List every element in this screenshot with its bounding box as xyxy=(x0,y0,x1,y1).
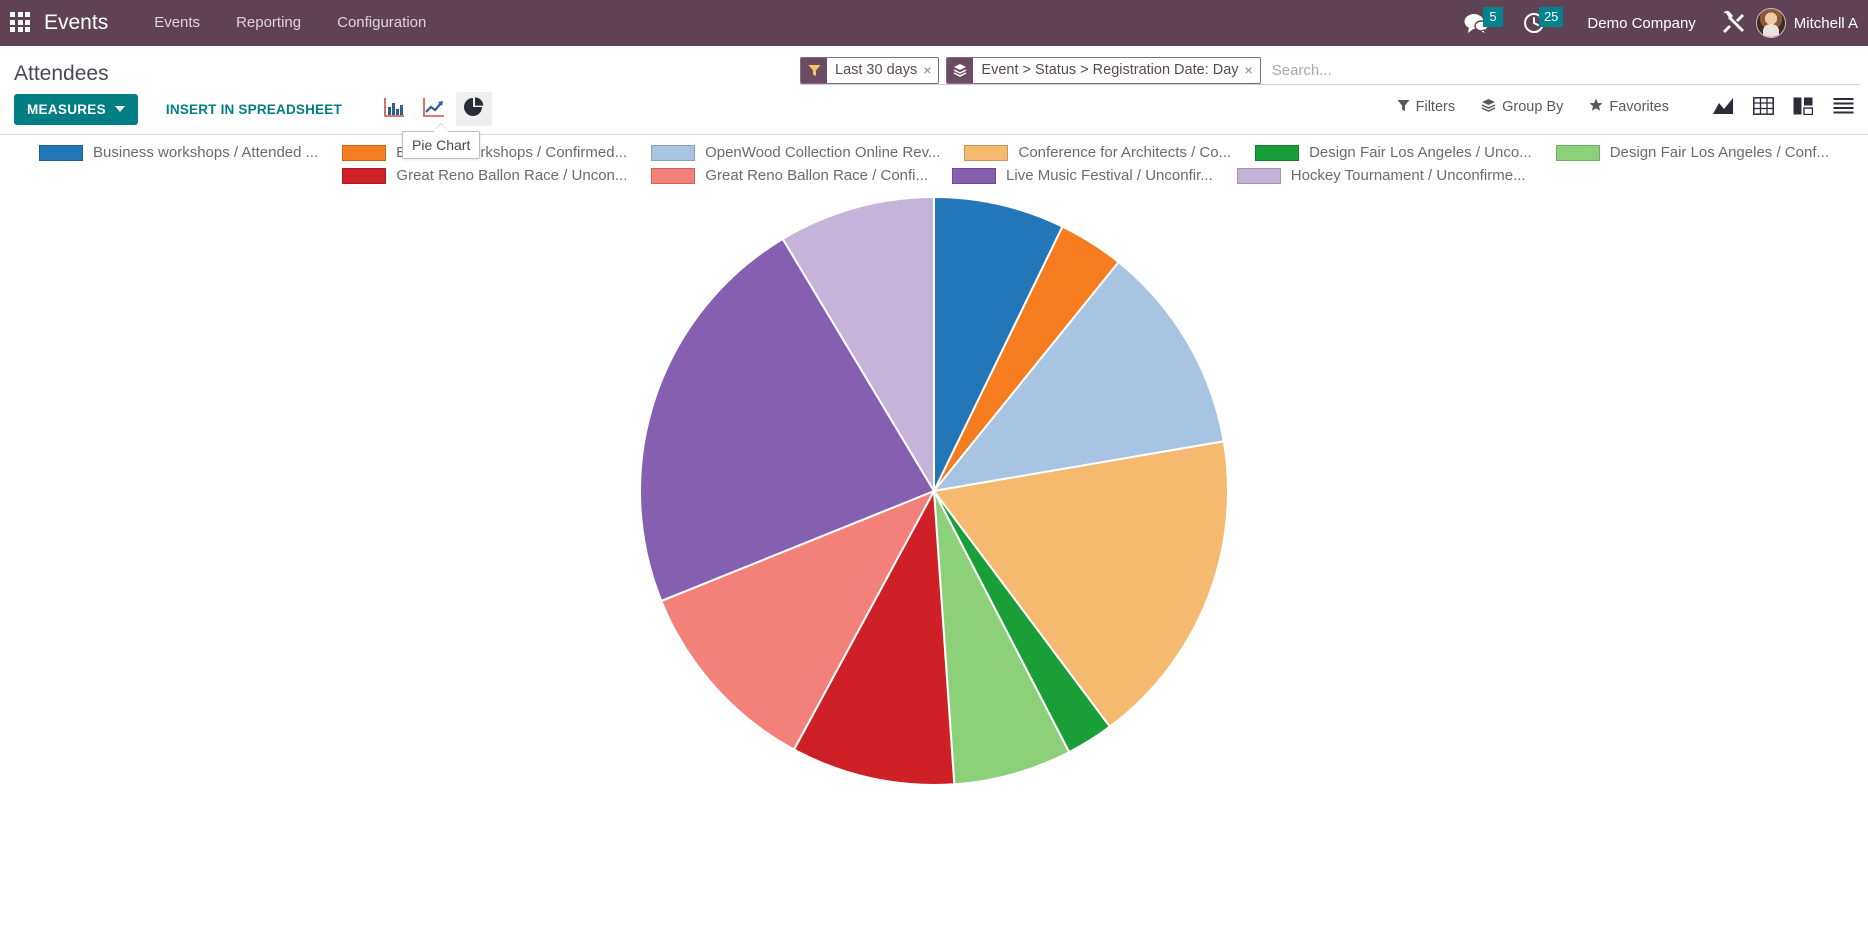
legend-item[interactable]: Great Reno Ballon Race / Uncon... xyxy=(342,167,627,184)
legend-item[interactable]: Business workshops / Confirmed... xyxy=(342,144,627,161)
legend-color-swatch xyxy=(1236,167,1281,184)
pie-chart-button[interactable] xyxy=(455,92,492,126)
groupby-dropdown[interactable]: Group By xyxy=(1468,91,1576,123)
legend-label: OpenWood Collection Online Rev... xyxy=(705,144,941,161)
control-panel-bottom-row: MEASURES INSERT IN SPREADSHEET Pie Chart… xyxy=(0,86,1868,159)
legend-color-swatch xyxy=(342,167,387,184)
pie-chart-svg xyxy=(639,195,1229,786)
legend-label: Hockey Tournament / Unconfirme... xyxy=(1290,167,1526,184)
chevron-down-icon xyxy=(114,106,125,112)
search-facet-groupby[interactable]: Event > Status > Registration Date: Day … xyxy=(946,56,1261,84)
legend-label: Business workshops / Attended ... xyxy=(93,144,319,161)
legend-item[interactable]: Great Reno Ballon Race / Confi... xyxy=(651,167,928,184)
measures-button[interactable]: MEASURES xyxy=(14,93,138,125)
control-panel-top-row: Attendees Last 30 days × Event > Status … xyxy=(0,46,1868,86)
top-navbar: Events Events Reporting Configuration 5 … xyxy=(0,0,1868,46)
filter-icon xyxy=(801,57,827,83)
kanban-view-icon xyxy=(1793,97,1814,118)
filter-icon xyxy=(1397,99,1410,116)
wrench-icon xyxy=(1720,11,1746,35)
filters-dropdown[interactable]: Filters xyxy=(1384,92,1468,123)
kanban-view-button[interactable] xyxy=(1784,90,1822,124)
favorites-label: Favorites xyxy=(1609,99,1669,115)
avatar[interactable] xyxy=(1755,8,1786,38)
legend-item[interactable]: Live Music Festival / Unconfir... xyxy=(952,167,1213,184)
page-title: Attendees xyxy=(14,62,109,85)
legend-color-swatch xyxy=(952,167,997,184)
bar-chart-icon xyxy=(384,98,404,120)
chart-type-tooltip: Pie Chart xyxy=(402,123,481,159)
legend-item[interactable]: Conference for Architects / Co... xyxy=(964,144,1231,161)
facet-label: Event > Status > Registration Date: Day xyxy=(981,61,1239,78)
legend-label: Great Reno Ballon Race / Confi... xyxy=(705,167,929,184)
line-chart-button[interactable] xyxy=(416,92,452,126)
filters-label: Filters xyxy=(1415,99,1456,115)
control-panel-right: Filters Group By Favorites xyxy=(1384,90,1862,124)
star-icon xyxy=(1589,98,1603,116)
list-view-button[interactable] xyxy=(1824,90,1862,124)
measures-label: MEASURES xyxy=(27,101,106,117)
legend-color-swatch xyxy=(964,144,1009,161)
legend-item[interactable]: Hockey Tournament / Unconfirme... xyxy=(1236,167,1526,184)
search-view: Last 30 days × Event > Status > Registra… xyxy=(800,56,1860,85)
graph-view-icon xyxy=(1712,97,1734,118)
insert-in-spreadsheet-button[interactable]: INSERT IN SPREADSHEET xyxy=(154,94,354,125)
legend-item[interactable]: Design Fair Los Angeles / Conf... xyxy=(1555,144,1829,161)
facet-remove-icon[interactable]: × xyxy=(1245,58,1260,83)
legend-item[interactable]: Design Fair Los Angeles / Unco... xyxy=(1255,144,1532,161)
chart-area xyxy=(0,191,1868,921)
messages-button[interactable]: 5 xyxy=(1453,0,1513,46)
facet-remove-icon[interactable]: × xyxy=(923,58,938,83)
nav-menu-configuration[interactable]: Configuration xyxy=(319,0,444,46)
company-switcher[interactable]: Demo Company xyxy=(1573,15,1709,32)
legend-item[interactable]: OpenWood Collection Online Rev... xyxy=(651,144,940,161)
line-chart-icon xyxy=(423,98,445,120)
pie-chart[interactable] xyxy=(634,191,1234,796)
search-input[interactable] xyxy=(1267,57,1860,83)
legend-color-swatch xyxy=(342,144,387,161)
messages-count-badge: 5 xyxy=(1482,7,1503,27)
legend-color-swatch xyxy=(39,144,84,161)
legend-color-swatch xyxy=(651,144,696,161)
favorites-dropdown[interactable]: Favorites xyxy=(1576,91,1682,123)
legend-color-swatch xyxy=(1555,144,1600,161)
developer-tools-button[interactable] xyxy=(1710,0,1756,46)
legend-label: Conference for Architects / Co... xyxy=(1018,144,1232,161)
list-view-icon xyxy=(1833,97,1854,118)
app-brand-events[interactable]: Events xyxy=(44,11,108,35)
search-facet-last-30-days[interactable]: Last 30 days × xyxy=(800,56,940,84)
pie-chart-icon xyxy=(463,97,484,121)
chart-legend: Business workshops / Attended ... Busines… xyxy=(0,135,1868,191)
graph-view-button[interactable] xyxy=(1704,90,1742,124)
pivot-view-icon xyxy=(1752,96,1774,118)
nav-menu-events[interactable]: Events xyxy=(136,0,218,46)
groupby-layers-icon xyxy=(947,57,974,83)
legend-label: Design Fair Los Angeles / Conf... xyxy=(1609,144,1829,161)
chart-type-switcher xyxy=(376,92,492,126)
legend-color-swatch xyxy=(1255,144,1300,161)
legend-label: Great Reno Ballon Race / Uncon... xyxy=(396,167,628,184)
bar-chart-button[interactable] xyxy=(376,92,412,126)
facet-label: Last 30 days xyxy=(835,61,918,78)
pivot-view-button[interactable] xyxy=(1744,90,1782,124)
legend-label: Live Music Festival / Unconfir... xyxy=(1006,167,1213,184)
apps-grid-icon[interactable] xyxy=(10,12,32,34)
groupby-label: Group By xyxy=(1502,99,1564,115)
activities-button[interactable]: 25 xyxy=(1513,0,1573,46)
legend-label: Design Fair Los Angeles / Unco... xyxy=(1309,144,1532,161)
control-panel: Attendees Last 30 days × Event > Status … xyxy=(0,46,1868,159)
nav-menu-reporting[interactable]: Reporting xyxy=(218,0,319,46)
view-switcher xyxy=(1704,90,1862,124)
user-menu[interactable]: Mitchell A xyxy=(1794,15,1868,32)
legend-color-swatch xyxy=(651,167,696,184)
legend-item[interactable]: Business workshops / Attended ... xyxy=(39,144,318,161)
groupby-layers-icon xyxy=(1481,98,1496,116)
activities-count-badge: 25 xyxy=(1538,7,1564,27)
